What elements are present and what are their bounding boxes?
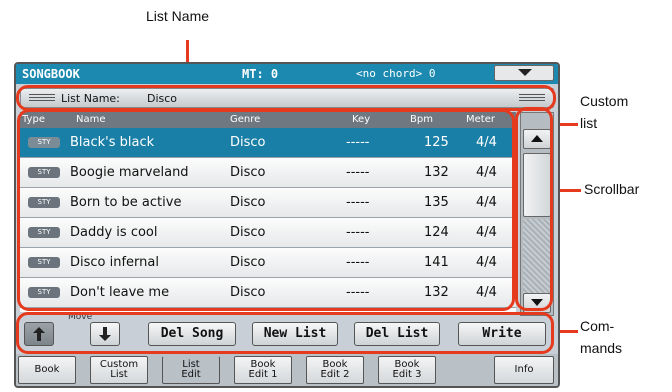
song-genre: Disco [230, 135, 266, 150]
triangle-up-icon [531, 135, 543, 142]
tab-book-edit-2[interactable]: Book Edit 2 [306, 356, 364, 384]
style-badge: STY [28, 167, 60, 178]
move-down-button[interactable] [90, 322, 120, 346]
del-list-button[interactable]: Del List [354, 322, 440, 346]
list-name-label: List Name: [61, 92, 120, 105]
song-bpm: 141 [424, 255, 449, 270]
song-key: ----- [346, 195, 370, 210]
write-button[interactable]: Write [458, 322, 546, 346]
song-name: Born to be active [70, 195, 182, 210]
song-key: ----- [346, 135, 370, 150]
song-meter: 4/4 [476, 165, 497, 180]
table-row[interactable]: STY Disco infernal Disco ----- 141 4/4 [20, 248, 516, 278]
style-badge: STY [28, 287, 60, 298]
song-name: Don't leave me [70, 285, 170, 300]
page-menu-button[interactable] [494, 65, 554, 81]
songbook-screen: SONGBOOK MT: 0 <no chord> 0 List Name: D… [14, 62, 560, 388]
tab-label: Edit 2 [320, 369, 350, 380]
song-name: Black's black [70, 135, 155, 150]
annotation-list-name: List Name [146, 8, 210, 24]
song-meter: 4/4 [476, 255, 497, 270]
song-meter: 4/4 [476, 225, 497, 240]
annotation-custom-list-line1: Custom [580, 93, 629, 109]
annotation-custom-list-line2: list [580, 115, 598, 131]
table-row[interactable]: STY Daddy is cool Disco ----- 124 4/4 [20, 218, 516, 248]
scrollbar-track[interactable] [523, 219, 551, 293]
grip-icon [29, 94, 55, 102]
page-title: SONGBOOK [22, 67, 80, 81]
grip-icon [519, 94, 545, 102]
tab-label: List [110, 369, 128, 380]
tab-book-edit-1[interactable]: Book Edit 1 [234, 356, 292, 384]
style-badge: STY [28, 227, 60, 238]
list-name-value: Disco [147, 92, 178, 105]
table-row[interactable]: STY Born to be active Disco ----- 135 4/… [20, 188, 516, 218]
scrollbar[interactable] [520, 112, 554, 316]
chord-indicator: <no chord> 0 [356, 67, 436, 80]
song-genre: Disco [230, 285, 266, 300]
mt-indicator: MT: 0 [242, 67, 279, 81]
song-genre: Disco [230, 255, 266, 270]
song-bpm: 125 [424, 135, 449, 150]
new-list-button[interactable]: New List [252, 322, 338, 346]
song-name: Disco infernal [70, 255, 159, 270]
del-song-button[interactable]: Del Song [148, 322, 236, 346]
song-bpm: 124 [424, 225, 449, 240]
annotation-commands-line2: mands [580, 340, 623, 356]
column-header-type: Type [22, 114, 45, 125]
title-bar: SONGBOOK MT: 0 <no chord> 0 [16, 64, 558, 84]
column-header-bpm: Bpm [410, 114, 433, 125]
song-key: ----- [346, 225, 370, 240]
song-meter: 4/4 [476, 195, 497, 210]
song-key: ----- [346, 285, 370, 300]
scroll-up-button[interactable] [523, 129, 551, 149]
song-genre: Disco [230, 165, 266, 180]
triangle-down-icon [531, 299, 543, 306]
tab-book[interactable]: Book [18, 356, 76, 384]
tab-label: Edit 3 [392, 369, 422, 380]
tab-list-edit[interactable]: List Edit [162, 356, 220, 384]
tab-label: Book [34, 364, 60, 375]
style-badge: STY [28, 197, 60, 208]
tab-label: Info [514, 364, 534, 375]
song-name: Daddy is cool [70, 225, 158, 240]
table-row[interactable]: STY Black's black Disco ----- 125 4/4 [20, 128, 516, 158]
style-badge: STY [28, 257, 60, 268]
tab-label: Edit 1 [248, 369, 278, 380]
list-name-bar[interactable]: List Name: Disco [20, 88, 554, 108]
move-up-button[interactable] [24, 322, 54, 346]
table-row[interactable]: STY Don't leave me Disco ----- 132 4/4 [20, 278, 516, 308]
song-name: Boogie marveland [70, 165, 189, 180]
column-header-genre: Genre [230, 114, 261, 125]
song-key: ----- [346, 165, 370, 180]
song-meter: 4/4 [476, 135, 497, 150]
song-bpm: 132 [424, 165, 449, 180]
column-header-key: Key [352, 114, 371, 125]
song-genre: Disco [230, 225, 266, 240]
table-row[interactable]: STY Boogie marveland Disco ----- 132 4/4 [20, 158, 516, 188]
song-list: STY Black's black Disco ----- 125 4/4 ST… [20, 128, 516, 312]
column-header-name: Name [76, 114, 106, 125]
chevron-down-icon [518, 69, 532, 76]
scroll-down-button[interactable] [523, 293, 551, 313]
column-header-meter: Meter [466, 114, 495, 125]
style-badge: STY [28, 137, 60, 148]
tab-info[interactable]: Info [494, 356, 554, 384]
tab-custom-list[interactable]: Custom List [90, 356, 148, 384]
song-bpm: 132 [424, 285, 449, 300]
scrollbar-thumb[interactable] [523, 153, 551, 217]
tab-label: Edit [181, 369, 201, 380]
tab-book-edit-3[interactable]: Book Edit 3 [378, 356, 436, 384]
move-label: Move [68, 312, 93, 322]
song-key: ----- [346, 255, 370, 270]
song-meter: 4/4 [476, 285, 497, 300]
arrow-up-icon [33, 327, 45, 341]
tab-bar: Book Custom List List Edit Book Edit 1 B… [16, 354, 558, 386]
song-bpm: 135 [424, 195, 449, 210]
arrow-down-icon [99, 327, 111, 341]
song-genre: Disco [230, 195, 266, 210]
annotation-scrollbar: Scrollbar [584, 181, 640, 197]
annotation-commands-line1: Com- [580, 318, 615, 334]
table-header: Type Name Genre Key Bpm Meter [20, 112, 516, 128]
